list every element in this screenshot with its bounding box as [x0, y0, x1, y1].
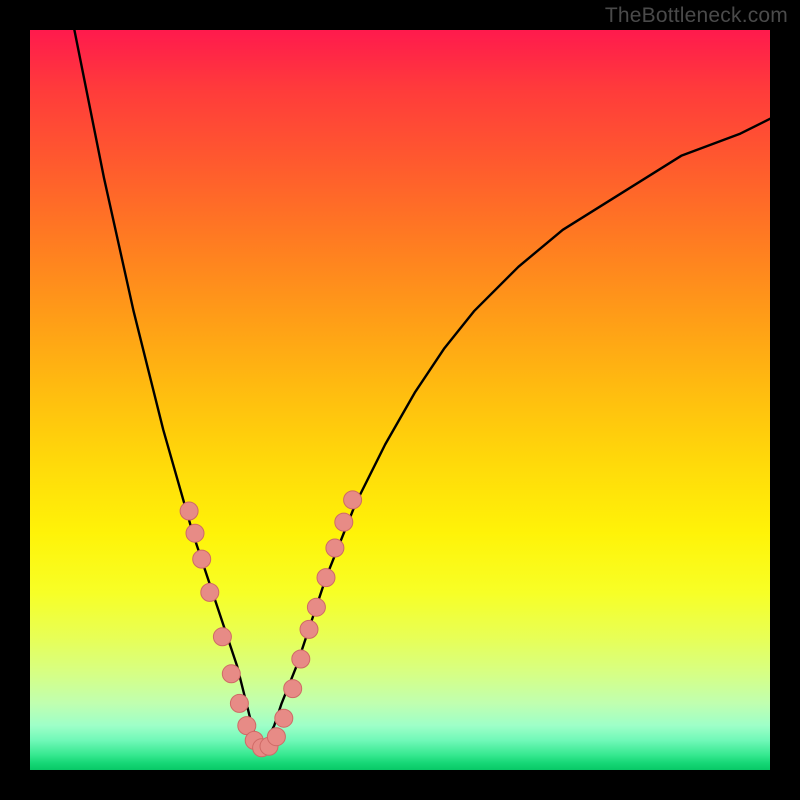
- data-marker: [317, 569, 335, 587]
- curve-markers: [180, 491, 362, 757]
- data-marker: [180, 502, 198, 520]
- data-marker: [201, 583, 219, 601]
- chart-frame: TheBottleneck.com: [0, 0, 800, 800]
- data-marker: [307, 598, 325, 616]
- data-marker: [213, 628, 231, 646]
- watermark-text: TheBottleneck.com: [605, 4, 788, 28]
- curve-segment: [74, 30, 259, 748]
- data-marker: [267, 728, 285, 746]
- chart-svg: [30, 30, 770, 770]
- data-marker: [300, 620, 318, 638]
- data-marker: [335, 513, 353, 531]
- plot-area: [30, 30, 770, 770]
- data-marker: [326, 539, 344, 557]
- data-marker: [186, 524, 204, 542]
- data-marker: [230, 694, 248, 712]
- data-marker: [284, 680, 302, 698]
- data-marker: [275, 709, 293, 727]
- data-marker: [344, 491, 362, 509]
- data-marker: [193, 550, 211, 568]
- bottleneck-curve: [74, 30, 770, 748]
- curve-segment: [259, 119, 770, 748]
- data-marker: [292, 650, 310, 668]
- data-marker: [222, 665, 240, 683]
